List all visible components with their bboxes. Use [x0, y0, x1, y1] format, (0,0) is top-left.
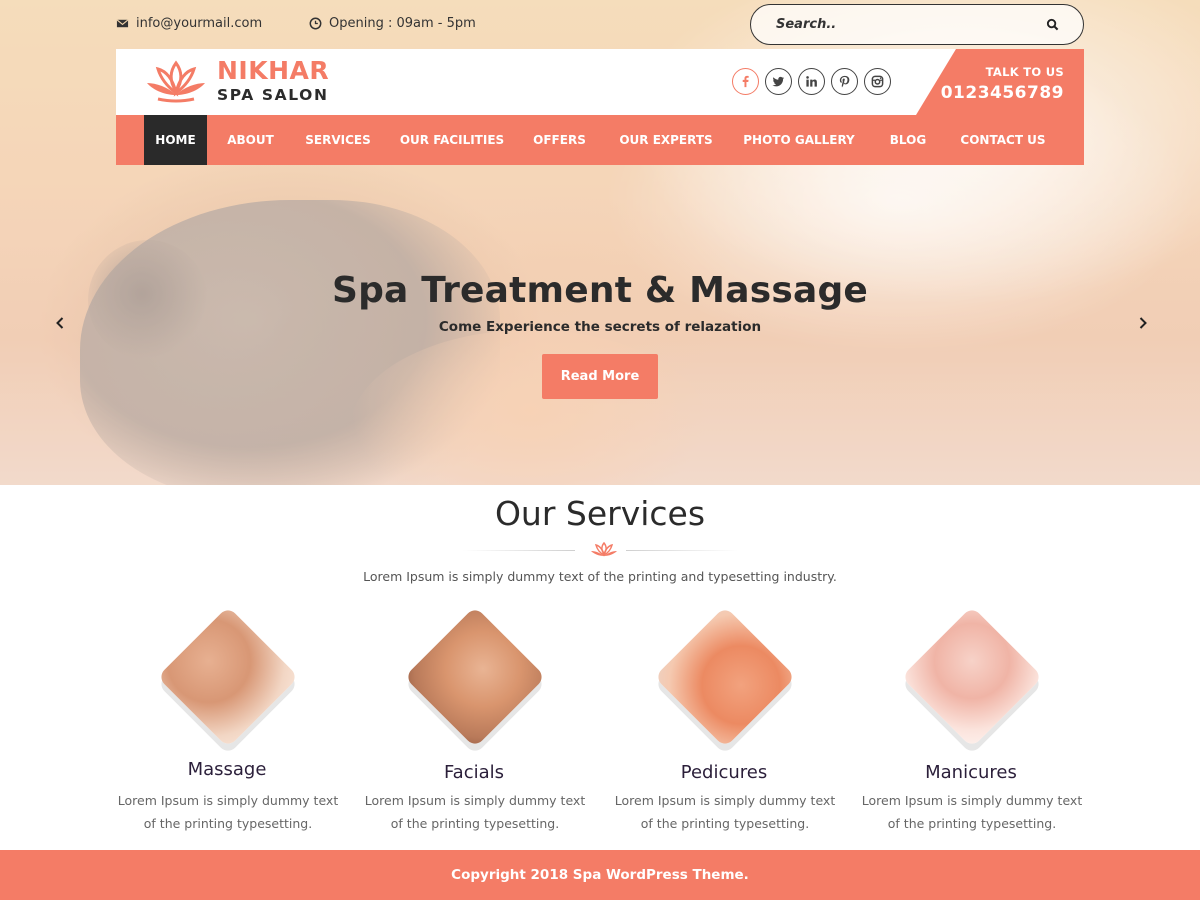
search-input[interactable] [776, 17, 1046, 32]
services-intro: Lorem Ipsum is simply dummy text of the … [363, 569, 837, 584]
service-desc-massage: Lorem Ipsum is simply dummy text of the … [113, 789, 343, 835]
service-desc-line: of the printing typesetting. [640, 816, 810, 831]
services-title: Our Services [494, 494, 706, 533]
lotus-divider-icon [591, 541, 617, 557]
service-desc-manicures: Lorem Ipsum is simply dummy text of the … [857, 789, 1087, 835]
phone-number[interactable]: 0123456789 [941, 83, 1064, 103]
pinterest-link[interactable] [831, 68, 858, 95]
hours-text: Opening : 09am - 5pm [329, 15, 476, 31]
brand-tagline: SPA SALON [217, 86, 329, 104]
read-more-button[interactable]: Read More [542, 354, 658, 399]
topbar-hours: Opening : 09am - 5pm [309, 14, 476, 32]
service-desc-pedicures: Lorem Ipsum is simply dummy text of the … [610, 789, 840, 835]
service-name-facials[interactable]: Facials [364, 762, 584, 783]
twitter-link[interactable] [765, 68, 792, 95]
divider-right [626, 550, 738, 551]
nav-item-services[interactable]: SERVICES [296, 115, 380, 165]
service-image-pedicures[interactable] [654, 606, 796, 748]
linkedin-icon [806, 76, 817, 87]
service-desc-line: of the printing typesetting. [390, 816, 560, 831]
main-nav: HOME ABOUT SERVICES OUR FACILITIES OFFER… [116, 115, 1084, 165]
service-name-pedicures[interactable]: Pedicures [614, 762, 834, 783]
nav-item-contact-us[interactable]: CONTACT US [952, 115, 1054, 165]
nav-item-home[interactable]: HOME [144, 115, 207, 165]
envelope-icon [116, 18, 129, 27]
service-desc-facials: Lorem Ipsum is simply dummy text of the … [360, 789, 590, 835]
site-footer: Copyright 2018 Spa WordPress Theme. [0, 850, 1200, 900]
chevron-right-icon [1139, 317, 1147, 329]
divider-left [463, 550, 575, 551]
nav-item-our-experts[interactable]: OUR EXPERTS [613, 115, 719, 165]
nav-item-about[interactable]: ABOUT [217, 115, 284, 165]
search-icon[interactable] [1046, 18, 1059, 31]
facebook-link[interactable] [732, 68, 759, 95]
twitter-icon [772, 76, 785, 87]
service-image-massage[interactable] [157, 606, 299, 748]
page: Spa Treatment & Massage Come Experience … [0, 0, 1200, 900]
email-text: info@yourmail.com [136, 15, 263, 31]
search-box [750, 4, 1084, 45]
nav-item-photo-gallery[interactable]: PHOTO GALLERY [737, 115, 861, 165]
hero-title: Spa Treatment & Massage [331, 270, 869, 311]
talk-to-us-label: TALK TO US [985, 65, 1064, 79]
service-desc-line: Lorem Ipsum is simply dummy text [364, 793, 586, 808]
nav-item-offers[interactable]: OFFERS [525, 115, 594, 165]
nav-item-our-facilities[interactable]: OUR FACILITIES [393, 115, 511, 165]
service-name-manicures[interactable]: Manicures [861, 762, 1081, 783]
topbar-email[interactable]: info@yourmail.com [116, 14, 262, 32]
service-image-manicures[interactable] [901, 606, 1043, 748]
lotus-logo-icon[interactable] [144, 57, 208, 105]
slider-next-button[interactable] [1131, 311, 1155, 335]
instagram-link[interactable] [864, 68, 891, 95]
slider-prev-button[interactable] [48, 311, 72, 335]
brand-name[interactable]: NIKHAR [217, 56, 329, 85]
service-desc-line: Lorem Ipsum is simply dummy text [117, 793, 339, 808]
nav-item-blog[interactable]: BLOG [882, 115, 934, 165]
service-desc-line: of the printing typesetting. [143, 816, 313, 831]
pinterest-icon [839, 75, 850, 88]
facebook-icon [742, 75, 749, 88]
service-image-facials[interactable] [404, 606, 546, 748]
service-desc-line: of the printing typesetting. [887, 816, 1057, 831]
clock-icon [309, 17, 322, 29]
chevron-left-icon [56, 317, 64, 329]
hero-subtitle: Come Experience the secrets of relazatio… [438, 319, 762, 335]
service-name-massage[interactable]: Massage [117, 759, 337, 780]
instagram-icon [871, 75, 884, 88]
service-desc-line: Lorem Ipsum is simply dummy text [614, 793, 836, 808]
service-desc-line: Lorem Ipsum is simply dummy text [861, 793, 1083, 808]
linkedin-link[interactable] [798, 68, 825, 95]
copyright-text: Copyright 2018 Spa WordPress Theme. [451, 867, 749, 883]
